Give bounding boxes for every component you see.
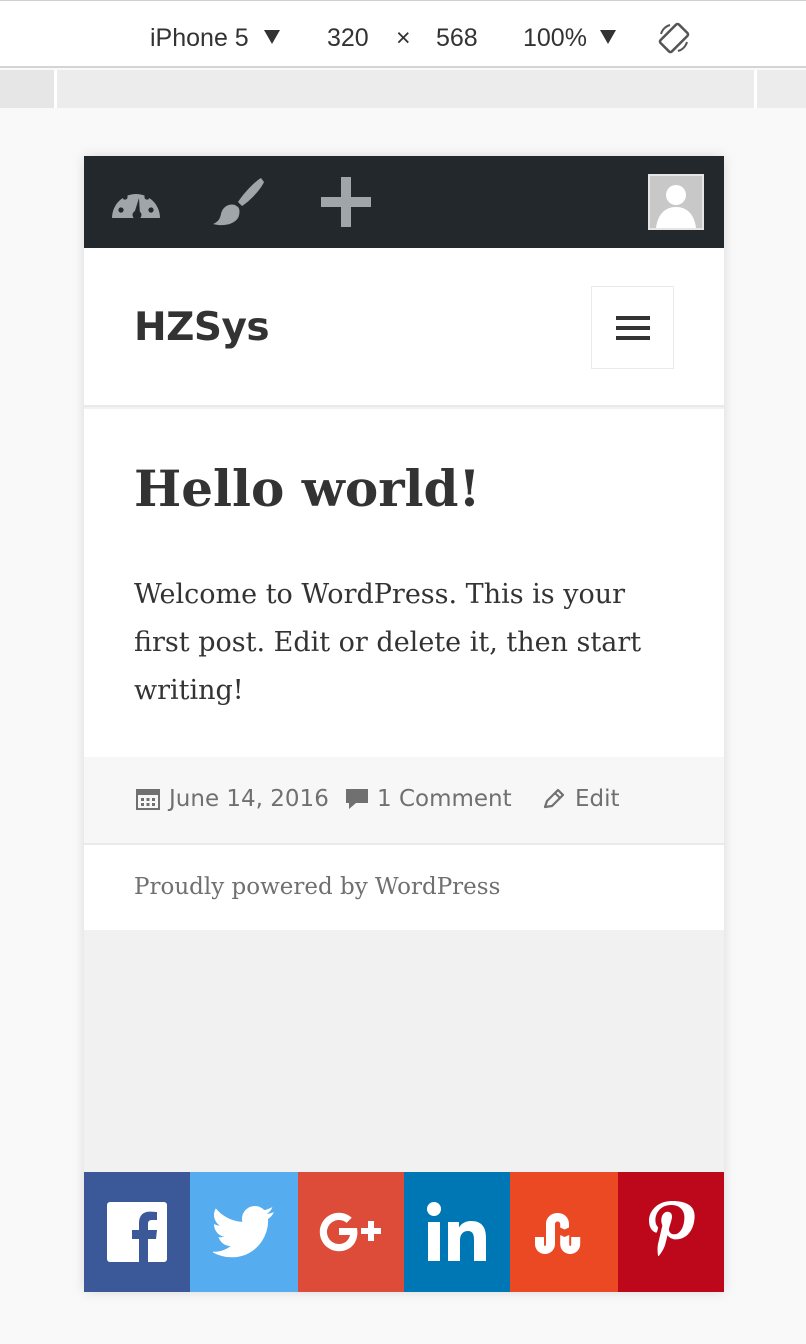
share-stumbleupon-button[interactable] (510, 1172, 618, 1292)
hamburger-menu-icon (616, 316, 650, 320)
dashboard-icon[interactable] (108, 174, 164, 230)
post-article: Hello world! Welcome to WordPress. This … (84, 409, 724, 757)
device-viewport: HZSys Hello world! Welcome to WordPress.… (84, 156, 724, 1292)
device-caret-icon[interactable] (264, 30, 280, 44)
social-share-bar (84, 1172, 724, 1292)
user-avatar[interactable] (648, 174, 704, 230)
post-comments-link[interactable]: 1 Comment (344, 781, 524, 817)
user-silhouette-icon (650, 176, 702, 228)
dimension-separator: × (396, 24, 411, 52)
share-pinterest-button[interactable] (618, 1172, 724, 1292)
post-meta-footer: June 14, 2016 1 Comment Edit (84, 757, 724, 843)
post-date-link[interactable]: June 14, 2016 (136, 781, 336, 817)
share-twitter-button[interactable] (190, 1172, 298, 1292)
site-footer: Proudly powered by WordPress (84, 843, 724, 930)
post-edit-link[interactable]: Edit (542, 781, 632, 817)
google-plus-icon (319, 1212, 381, 1252)
twitter-icon (213, 1206, 274, 1258)
admin-bar (84, 156, 724, 248)
facebook-icon (107, 1202, 167, 1262)
post-edit-label: Edit (575, 786, 620, 812)
post-content: Welcome to WordPress. This is your first… (134, 579, 642, 706)
device-select[interactable]: iPhone 5 (150, 21, 249, 55)
viewport-height-field[interactable]: 568 (436, 21, 478, 55)
pinterest-icon (649, 1201, 695, 1257)
menu-toggle-button[interactable] (591, 286, 674, 369)
media-query-ruler (0, 70, 806, 108)
customize-brush-icon[interactable] (210, 174, 266, 230)
hamburger-line (616, 336, 650, 340)
device-toolbar: iPhone 5 320 × 568 100% (0, 0, 806, 68)
zoom-select[interactable]: 100% (523, 21, 587, 55)
post-date: June 14, 2016 (169, 786, 329, 812)
comment-icon (346, 789, 368, 809)
rotate-icon[interactable] (657, 21, 691, 55)
hamburger-line (616, 326, 650, 330)
zoom-caret-icon[interactable] (600, 30, 616, 44)
pencil-icon (543, 788, 565, 809)
post-comments-count: 1 Comment (377, 786, 512, 812)
ruler-segment (754, 70, 806, 108)
share-linkedin-button[interactable] (404, 1172, 510, 1292)
site-title[interactable]: HZSys (134, 304, 270, 352)
site-header: HZSys (84, 248, 724, 407)
ruler-segment (54, 70, 754, 108)
footer-credit-link[interactable]: Proudly powered by WordPress (134, 869, 500, 905)
calendar-icon (136, 789, 160, 810)
new-content-plus-icon[interactable] (318, 174, 374, 230)
stumbleupon-icon (535, 1213, 581, 1254)
linkedin-icon (427, 1202, 486, 1261)
post-title[interactable]: Hello world! (134, 457, 480, 521)
share-googleplus-button[interactable] (298, 1172, 404, 1292)
share-facebook-button[interactable] (84, 1172, 190, 1292)
viewport-width-field[interactable]: 320 (327, 21, 369, 55)
